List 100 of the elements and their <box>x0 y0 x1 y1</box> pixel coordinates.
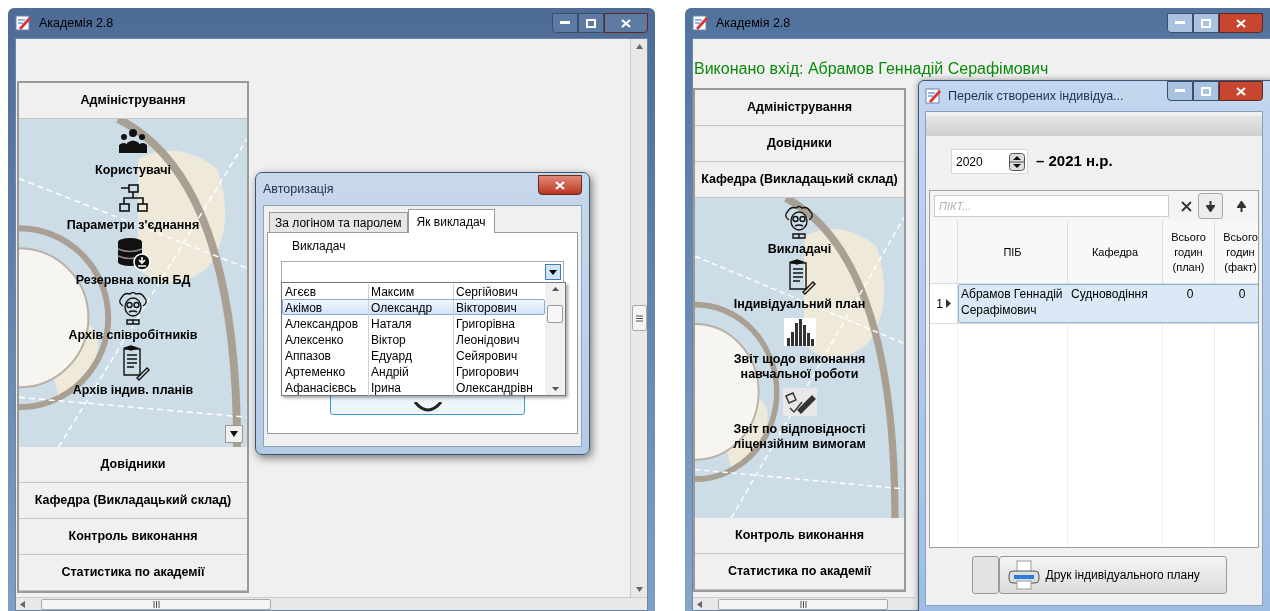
table-cell-text: 0 <box>1237 286 1247 303</box>
minimize-icon <box>1175 21 1185 25</box>
scrollbar-thumb[interactable] <box>631 305 647 331</box>
tab[interactable]: За логіном та паролем <box>269 212 408 232</box>
left-arrow-icon <box>697 600 702 608</box>
nav-item[interactable]: Параметри з'єднання <box>62 180 204 233</box>
window-title: Академія 2.8 <box>39 14 114 32</box>
list-cell: Артеменко <box>283 364 369 380</box>
login-status: Виконано вхід: Абрамов Геннадій Серафімович <box>693 59 1050 79</box>
close-icon <box>555 180 565 190</box>
list-cell-text: Олександрівн <box>455 380 534 396</box>
nav-item[interactable]: Звіт щодо виконання навчальної роботи <box>699 314 900 382</box>
table-row[interactable]: Абрамов Геннадій Серафімович Судноводіння 0 0 <box>958 284 1258 323</box>
list-cell: Віктор <box>369 332 454 348</box>
maximize-icon <box>1201 18 1211 28</box>
dropdown-row[interactable]: Акімов Олександр Вікторович <box>282 299 545 315</box>
minimize-button[interactable] <box>1167 13 1193 33</box>
table-cell-text: Абрамов Геннадій Серафімович <box>960 286 1064 319</box>
app-icon <box>925 87 943 105</box>
left-arrow-icon <box>20 600 25 608</box>
list-cell-text: Сейярович <box>455 348 519 364</box>
list-cell: Александров <box>283 316 369 332</box>
maximize-button[interactable] <box>578 13 604 33</box>
close-icon[interactable] <box>1180 200 1192 212</box>
down-arrow-icon <box>635 587 643 592</box>
window-title: Академія 2.8 <box>716 14 791 32</box>
list-cell: Ірина <box>369 380 454 396</box>
column-header[interactable]: ПІБ <box>958 221 1068 283</box>
field-label: Викладач <box>291 238 347 255</box>
scrollbar-thumb[interactable] <box>41 598 271 610</box>
close-icon <box>1236 18 1246 28</box>
nav-item[interactable]: Звіт по відповідності ліцензійним вимогам <box>699 384 900 452</box>
grip-icon <box>799 600 807 608</box>
up-arrow-icon <box>1236 200 1246 212</box>
dropdown-row[interactable]: Аппазов Едуард Сейярович <box>282 347 545 363</box>
row-number: 1 <box>936 295 943 313</box>
list-cell: Наталя <box>369 316 454 332</box>
close-button[interactable] <box>1219 81 1263 101</box>
dropdown-row[interactable]: Артеменко Андрій Григорович <box>282 363 545 379</box>
sort-descending-button[interactable] <box>1197 193 1223 219</box>
vertical-scrollbar[interactable] <box>545 283 565 395</box>
close-button[interactable] <box>604 13 648 33</box>
app-icon <box>15 14 33 32</box>
scroll-down-button[interactable] <box>225 425 243 443</box>
nav-item[interactable]: Користувачі <box>91 125 175 178</box>
down-arrow-icon <box>551 387 559 391</box>
up-arrow-icon <box>635 44 643 49</box>
column-header[interactable]: Всього годин (факт) <box>1215 221 1258 283</box>
grip-icon <box>635 314 643 322</box>
dialog-title: Авторизація <box>263 180 334 198</box>
minimize-button[interactable] <box>552 13 578 33</box>
up-arrow-icon <box>551 287 559 291</box>
horizontal-scrollbar[interactable] <box>16 597 647 610</box>
nav-item[interactable]: Викладачі <box>763 204 836 257</box>
table-cell-text: Судноводіння <box>1070 286 1149 303</box>
maximize-button[interactable] <box>1193 13 1219 33</box>
database-download-icon <box>115 235 151 271</box>
list-cell: Олександр <box>369 300 454 316</box>
down-triangle-icon <box>230 431 238 437</box>
minimize-icon <box>560 21 570 25</box>
nav-item[interactable]: Архів індив. планів <box>68 345 198 398</box>
list-cell: Акімов <box>283 300 369 316</box>
teacher-combobox[interactable] <box>281 261 564 283</box>
list-cell: Алексенко <box>283 332 369 348</box>
maximize-button[interactable] <box>1193 81 1219 101</box>
down-arrow-icon <box>1205 200 1215 212</box>
close-button[interactable] <box>538 175 582 195</box>
list-cell-text: Вікторович <box>455 300 518 316</box>
tab[interactable]: Як викладач <box>407 209 495 233</box>
vertical-scrollbar[interactable] <box>630 39 647 597</box>
nav-item[interactable]: Індивідуальний план <box>729 259 870 312</box>
scrollbar-thumb[interactable] <box>547 305 563 323</box>
close-icon <box>1236 86 1246 96</box>
column-header[interactable]: Кафедра <box>1068 221 1163 283</box>
academic-year-label: – 2021 н.р. <box>1036 151 1113 172</box>
dropdown-row[interactable]: Афанасієвсь Ірина Олександрівн <box>282 379 545 395</box>
search-field[interactable]: ПІКТ... <box>934 195 1169 217</box>
nav-item[interactable]: Архів співробітників <box>64 290 202 343</box>
horizontal-scrollbar[interactable] <box>693 597 915 610</box>
dropdown-row[interactable]: Александров Наталя Григорівна <box>282 315 545 331</box>
list-cell: Едуард <box>369 348 454 364</box>
grip-icon <box>152 600 160 608</box>
maximize-icon <box>586 18 596 28</box>
close-button[interactable] <box>1219 13 1263 33</box>
dropdown-row[interactable]: Алексенко Віктор Леонідович <box>282 331 545 347</box>
nav-item[interactable]: Резервна копія БД <box>71 235 195 288</box>
close-icon <box>621 18 631 28</box>
table-cell-text: 0 <box>1185 286 1195 303</box>
spinner-arrows-icon <box>1009 152 1025 171</box>
print-button[interactable]: Друк індивідуального плану <box>998 556 1227 594</box>
minimize-button[interactable] <box>1167 81 1193 101</box>
list-cell-text: Сергійович <box>455 284 519 300</box>
column-header[interactable]: Всього годин (план) <box>1163 221 1215 283</box>
maximize-icon <box>1201 86 1211 96</box>
list-cell-text: Григорович <box>455 364 520 380</box>
row-pointer-icon <box>945 299 951 308</box>
printer-icon <box>1007 560 1040 590</box>
scrollbar-thumb[interactable] <box>718 598 888 610</box>
list-cell: Афанасієвсь <box>283 380 369 396</box>
year-spinner[interactable]: 2020 <box>951 149 1028 174</box>
